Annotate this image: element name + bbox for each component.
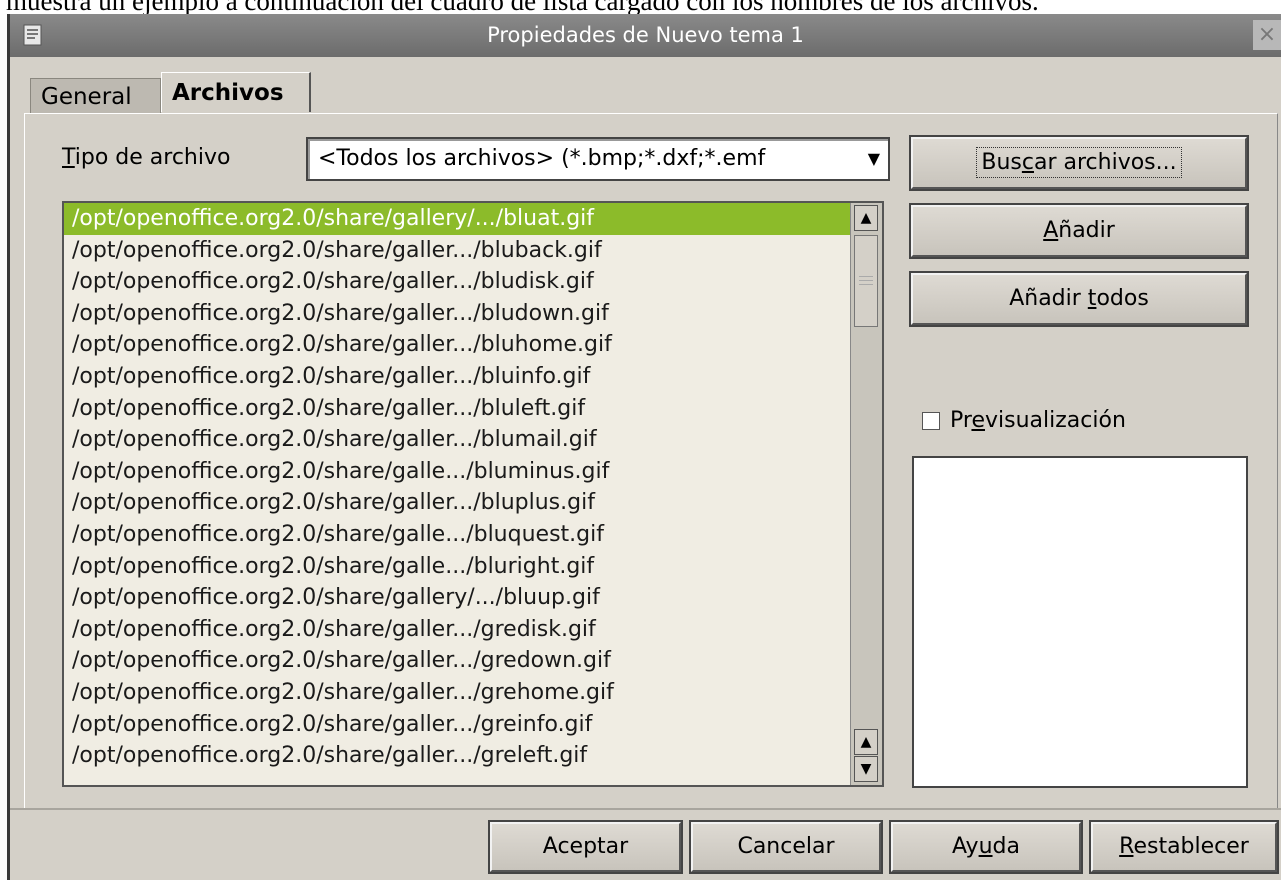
properties-dialog: Propiedades de Nuevo tema 1 × General Ar…	[7, 14, 1281, 880]
list-item[interactable]: /opt/openoffice.org2.0/share/galler.../g…	[64, 614, 850, 646]
list-item[interactable]: /opt/openoffice.org2.0/share/galler.../b…	[64, 329, 850, 361]
file-listbox[interactable]: /opt/openoffice.org2.0/share/gallery/...…	[62, 201, 884, 787]
preview-checkbox-row[interactable]: Previsualización	[922, 406, 1126, 436]
list-item[interactable]: /opt/openoffice.org2.0/share/galler.../b…	[64, 487, 850, 519]
preview-checkbox[interactable]	[922, 412, 940, 430]
list-item[interactable]: /opt/openoffice.org2.0/share/galle.../bl…	[64, 519, 850, 551]
add-all-label: Añadir todos	[1009, 286, 1149, 311]
scroll-up-icon[interactable]: ▲	[854, 729, 878, 755]
preview-area	[912, 456, 1248, 788]
list-item[interactable]: /opt/openoffice.org2.0/share/gallery/...…	[64, 203, 850, 235]
file-type-label: Tipo de archivo	[62, 145, 231, 170]
reset-button[interactable]: Restablecer	[1089, 820, 1279, 874]
file-type-select[interactable]: <Todos los archivos> (*.bmp;*.dxf;*.emf …	[306, 137, 890, 181]
window-title: Propiedades de Nuevo tema 1	[487, 23, 804, 47]
list-item[interactable]: /opt/openoffice.org2.0/share/galler.../b…	[64, 393, 850, 425]
chevron-down-icon[interactable]: ▼	[868, 139, 880, 179]
footer-separator	[10, 808, 1281, 810]
app-icon	[23, 24, 42, 46]
add-label: Añadir	[1043, 218, 1115, 243]
preview-label: Previsualización	[950, 408, 1126, 433]
vertical-scrollbar[interactable]: ▲ ▲ ▼	[850, 203, 882, 785]
scroll-down-icon[interactable]: ▼	[854, 756, 878, 782]
tab-general[interactable]: General	[30, 78, 161, 114]
scrollbar-thumb[interactable]	[854, 235, 878, 327]
list-item[interactable]: /opt/openoffice.org2.0/share/galler.../b…	[64, 235, 850, 267]
list-item[interactable]: /opt/openoffice.org2.0/share/gallery/...…	[64, 582, 850, 614]
add-all-button[interactable]: Añadir todos	[909, 271, 1249, 327]
list-item[interactable]: /opt/openoffice.org2.0/share/galler.../g…	[64, 709, 850, 741]
list-item[interactable]: /opt/openoffice.org2.0/share/galler.../b…	[64, 266, 850, 298]
cancel-button[interactable]: Cancelar	[689, 820, 883, 874]
accept-button[interactable]: Aceptar	[488, 820, 683, 874]
list-item[interactable]: /opt/openoffice.org2.0/share/galler.../b…	[64, 361, 850, 393]
list-item[interactable]: /opt/openoffice.org2.0/share/galler.../g…	[64, 740, 850, 772]
file-type-value: <Todos los archivos> (*.bmp;*.dxf;*.emf	[318, 146, 766, 171]
close-icon[interactable]: ×	[1253, 20, 1281, 50]
search-files-label: Buscar archivos...	[976, 147, 1182, 178]
title-bar[interactable]: Propiedades de Nuevo tema 1 ×	[10, 14, 1281, 57]
list-item[interactable]: /opt/openoffice.org2.0/share/galler.../g…	[64, 645, 850, 677]
scroll-up-icon[interactable]: ▲	[854, 205, 878, 231]
file-list: /opt/openoffice.org2.0/share/gallery/...…	[64, 203, 850, 772]
list-item[interactable]: /opt/openoffice.org2.0/share/galle.../bl…	[64, 551, 850, 583]
list-item[interactable]: /opt/openoffice.org2.0/share/galle.../bl…	[64, 456, 850, 488]
search-files-button[interactable]: Buscar archivos...	[909, 135, 1249, 191]
help-button[interactable]: Ayuda	[889, 820, 1083, 874]
list-item[interactable]: /opt/openoffice.org2.0/share/galler.../b…	[64, 298, 850, 330]
list-item[interactable]: /opt/openoffice.org2.0/share/galler.../b…	[64, 424, 850, 456]
add-button[interactable]: Añadir	[909, 203, 1249, 259]
tab-archivos[interactable]: Archivos	[161, 72, 311, 112]
list-item[interactable]: /opt/openoffice.org2.0/share/galler.../g…	[64, 677, 850, 709]
